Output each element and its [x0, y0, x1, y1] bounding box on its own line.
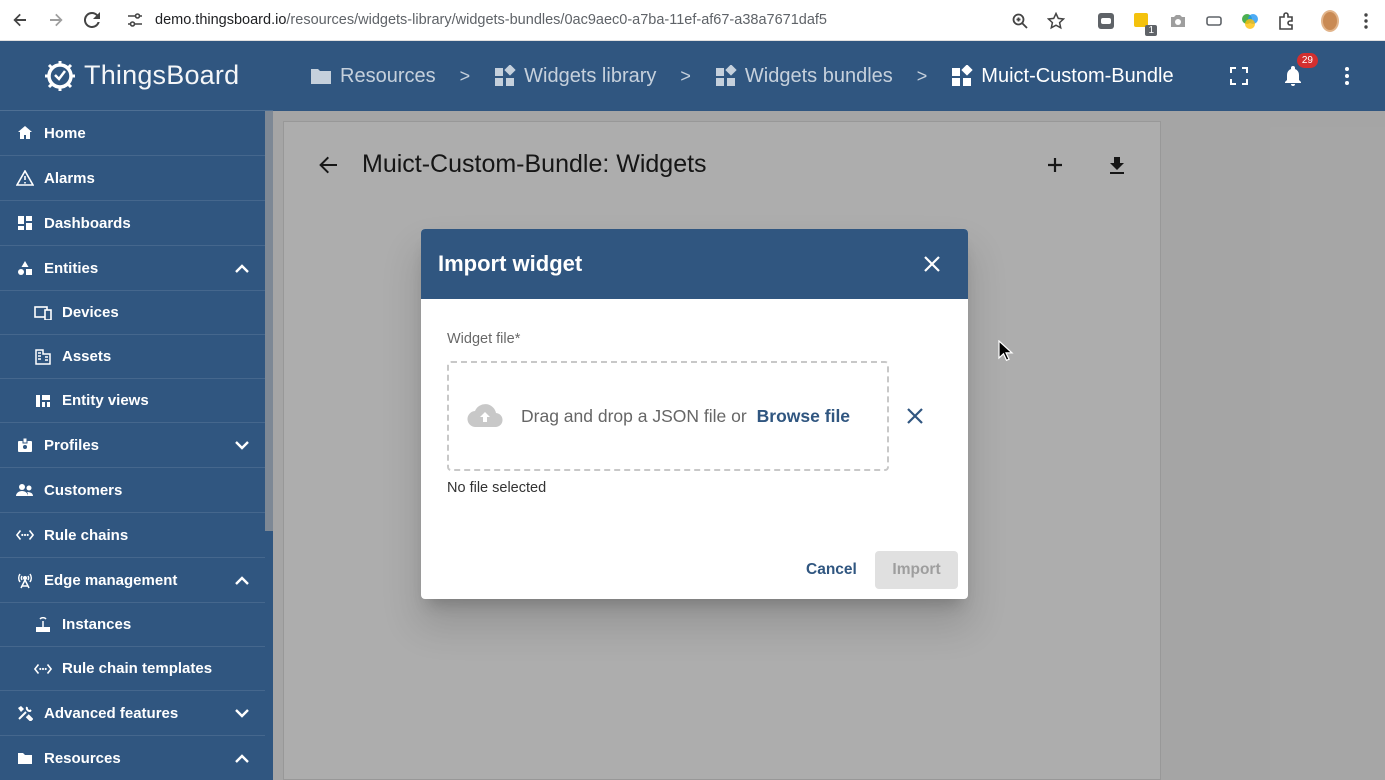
- close-button[interactable]: [920, 252, 944, 276]
- import-widget-dialog: Import widget Widget file* Drag and drop…: [421, 229, 968, 599]
- zoom-icon[interactable]: [1011, 12, 1029, 30]
- dialog-header: Import widget: [421, 229, 968, 299]
- forward-arrow-icon[interactable]: [46, 10, 66, 30]
- camera-icon[interactable]: [1169, 12, 1187, 30]
- extension-colorful-icon[interactable]: [1241, 12, 1259, 30]
- sidebar-overlay: [0, 41, 273, 780]
- clear-file-button[interactable]: [904, 405, 926, 427]
- file-status-text: No file selected: [447, 480, 547, 496]
- extensions-puzzle-icon[interactable]: [1277, 11, 1295, 30]
- widget-file-label: Widget file*: [447, 331, 521, 347]
- site-settings-icon[interactable]: [127, 13, 143, 27]
- dialog-title: Import widget: [438, 251, 583, 276]
- back-arrow-icon[interactable]: [10, 10, 30, 30]
- extension-car-icon[interactable]: [1205, 12, 1223, 30]
- bookmark-star-icon[interactable]: [1047, 11, 1065, 30]
- profile-avatar[interactable]: [1321, 9, 1339, 32]
- url-text: demo.thingsboard.io/resources/widgets-li…: [155, 12, 827, 28]
- drop-instructions: Drag and drop a JSON file or: [521, 405, 747, 426]
- extension-badge: 1: [1145, 24, 1157, 36]
- appbar-overlay: [273, 41, 1385, 111]
- cloud-upload-icon: [467, 402, 503, 430]
- import-button[interactable]: Import: [875, 551, 958, 589]
- cancel-button[interactable]: Cancel: [797, 551, 866, 589]
- extension-chat-icon[interactable]: [1097, 12, 1115, 30]
- address-bar[interactable]: demo.thingsboard.io/resources/widgets-li…: [118, 4, 1074, 36]
- browser-toolbar: demo.thingsboard.io/resources/widgets-li…: [0, 0, 1385, 41]
- mouse-cursor-icon: [998, 340, 1014, 362]
- reload-icon[interactable]: [82, 10, 102, 30]
- file-dropzone[interactable]: Drag and drop a JSON file or Browse file: [447, 361, 889, 471]
- browser-menu-icon[interactable]: [1357, 12, 1375, 30]
- close-icon: [924, 256, 940, 272]
- close-icon: [907, 408, 923, 424]
- extension-notes-icon[interactable]: 1: [1133, 12, 1157, 36]
- browse-file-link[interactable]: Browse file: [757, 406, 850, 427]
